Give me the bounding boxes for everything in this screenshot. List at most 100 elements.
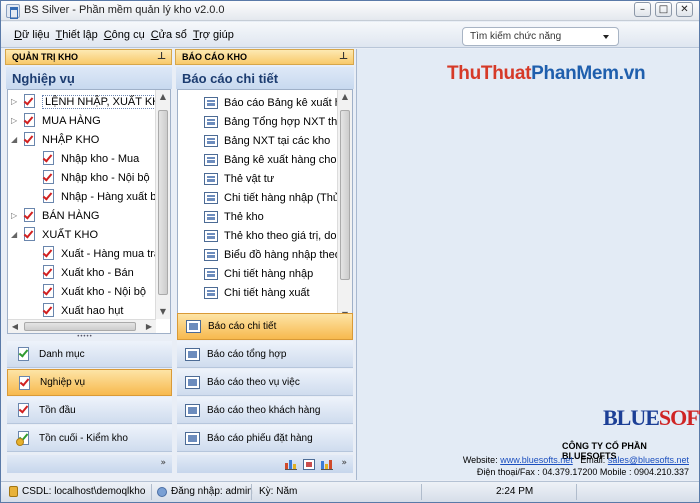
status-time: 2:24 PM (496, 486, 533, 497)
chevron-down-icon[interactable] (603, 35, 609, 39)
nav-label: Báo cáo theo khách hàng (207, 404, 321, 416)
status-time-text: 2:24 PM (496, 486, 534, 497)
list-item[interactable]: Bảng NXT tại các kho (204, 131, 330, 150)
website-label: Website: (462, 455, 498, 465)
scroll-thumb[interactable] (24, 322, 136, 331)
menu-cong-cu[interactable]: Công cụ (103, 29, 146, 41)
report-icon (204, 191, 218, 204)
scroll-thumb[interactable] (340, 110, 350, 280)
tree-item-label: MUA HÀNG (42, 114, 101, 127)
nav-bao-cao-vu-viec[interactable]: Báo cáo theo vụ việc (177, 369, 353, 396)
nav-footer: » (7, 455, 172, 473)
list-item[interactable]: Biểu đồ hàng nhập theo th (204, 245, 353, 264)
list-item-label: Chi tiết hàng xuất (224, 286, 310, 299)
nav-bao-cao-khach-hang[interactable]: Báo cáo theo khách hàng (177, 397, 353, 424)
minimize-button[interactable]: – (634, 2, 651, 17)
nav-nghiep-vu[interactable]: Nghiệp vụ (7, 369, 172, 396)
scroll-up-icon[interactable]: ▲ (156, 90, 170, 104)
app-icon (6, 4, 20, 19)
inventory-admin-panel: QUẢN TRỊ KHO ⊥ Nghiệp vụ ▷ LỆNH NHẬP, XU… (5, 49, 172, 480)
list-item[interactable]: Chi tiết hàng xuất (204, 283, 310, 302)
tree-item[interactable]: ◢ NHẬP KHO (11, 130, 99, 149)
menu-thiet-lap[interactable]: Thiết lập (55, 29, 99, 41)
tree-item[interactable]: Xuất kho - Bán (41, 263, 134, 282)
list-item-label: Bảng NXT tại các kho (224, 134, 331, 147)
scroll-left-icon[interactable]: ◀ (8, 320, 22, 333)
menu-du-lieu[interactable]: Dữ liệu (13, 29, 51, 41)
menu-cua-so[interactable]: Cửa sổ (150, 29, 188, 41)
status-database: CSDL: localhost\demoqlkho (9, 486, 145, 497)
tree-item-label: Xuất hao hụt (61, 304, 124, 317)
tree-item[interactable]: ◢ XUẤT KHO (11, 225, 98, 244)
inventory-reports-panel: BÁO CÁO KHO ⊥ Báo cáo chi tiết Báo cáo B… (175, 49, 354, 480)
expand-icon[interactable]: ▷ (11, 97, 20, 106)
tree-item[interactable]: Xuất kho - Nội bộ (41, 282, 146, 301)
expand-icon[interactable]: ▷ (11, 211, 20, 220)
maximize-button[interactable]: □ (655, 2, 672, 17)
nav-bao-cao-tong-hop[interactable]: Báo cáo tổng hợp (177, 341, 353, 368)
nav-danh-muc[interactable]: Danh mục (7, 341, 172, 368)
menu-tro-giup[interactable]: Trợ giúp (192, 29, 235, 41)
overflow-chevron-icon[interactable]: » (160, 458, 166, 468)
opening-stock-icon (16, 402, 32, 418)
operations-icon (17, 375, 33, 391)
report-icon (204, 210, 218, 223)
status-bar: CSDL: localhost\demoqlkho Đăng nhập: adm… (1, 481, 699, 502)
nav-label: Danh mục (39, 348, 85, 360)
pin-icon[interactable]: ⊥ (339, 51, 348, 62)
tree-item-label: Xuất - Hàng mua trả (61, 247, 161, 260)
document-check-icon (41, 283, 57, 300)
tree-vertical-scrollbar[interactable]: ▲ ▼ (155, 90, 170, 319)
panel-header: BÁO CÁO KHO ⊥ (175, 49, 354, 65)
watermark-text: ThuThuatPhanMem.vn (447, 63, 646, 85)
report-window-icon[interactable] (303, 459, 315, 470)
tree-item[interactable]: ▷ MUA HÀNG (11, 111, 101, 130)
panel-title: Nghiệp vụ (6, 67, 172, 89)
list-item[interactable]: Bảng kê xuất hàng cho từ (204, 150, 350, 169)
bar-chart-icon[interactable] (285, 459, 297, 470)
nav-label: Nghiệp vụ (40, 377, 86, 388)
list-item[interactable]: Thẻ vật tư (204, 169, 274, 188)
collapse-icon[interactable]: ◢ (11, 135, 20, 144)
column-chart-icon[interactable] (321, 459, 333, 470)
nav-ton-dau[interactable]: Tồn đầu (7, 397, 172, 424)
list-item[interactable]: Thẻ kho theo giá trị, doan (204, 226, 349, 245)
list-item[interactable]: Thẻ kho (204, 207, 264, 226)
website-link[interactable]: www.bluesofts.net (500, 455, 573, 465)
list-item[interactable]: Chi tiết hàng nhập (204, 264, 313, 283)
tree-item-label: BÁN HÀNG (42, 209, 100, 222)
tree-item[interactable]: Nhập kho - Mua (41, 149, 139, 168)
scroll-down-icon[interactable]: ▼ (156, 305, 170, 319)
overflow-chevron-icon[interactable]: » (341, 458, 347, 468)
scroll-right-icon[interactable]: ▶ (142, 320, 156, 333)
collapse-icon[interactable]: ◢ (11, 230, 20, 239)
list-item[interactable]: Bảng Tổng hợp NXT theo (204, 112, 349, 131)
detail-report-icon (186, 320, 201, 333)
report-vertical-scrollbar[interactable]: ▲ ▼ (337, 90, 352, 322)
tree-item[interactable]: ▷ BÁN HÀNG (11, 206, 99, 225)
list-item-label: Bảng Tổng hợp NXT theo (224, 115, 350, 128)
function-search-combo[interactable]: Tìm kiếm chức năng (462, 27, 619, 46)
nav-bao-cao-chi-tiet[interactable]: Báo cáo chi tiết (177, 313, 353, 340)
expand-icon[interactable]: ▷ (11, 116, 20, 125)
document-check-icon (22, 207, 38, 224)
pin-icon[interactable]: ⊥ (157, 51, 166, 62)
document-check-icon (41, 169, 57, 186)
scroll-thumb[interactable] (158, 110, 168, 295)
nav-bao-cao-phieu-dat-hang[interactable]: Báo cáo phiếu đặt hàng (177, 425, 353, 452)
tree-horizontal-scrollbar[interactable]: ◀ ▶ (8, 319, 156, 333)
tree-item[interactable]: Nhập kho - Nội bộ (41, 168, 150, 187)
tree-item[interactable]: Nhập - Hàng xuất bị (41, 187, 159, 206)
tree-item[interactable]: Xuất hao hụt (41, 301, 123, 320)
tree-item[interactable]: Xuất - Hàng mua trả (41, 244, 160, 263)
nav-ton-cuoi-kiem-kho[interactable]: Tồn cuối - Kiểm kho (7, 425, 172, 452)
close-button[interactable]: ✕ (676, 2, 693, 17)
scroll-up-icon[interactable]: ▲ (338, 90, 352, 104)
list-item-label: Biểu đồ hàng nhập theo th (224, 248, 353, 261)
tree-item[interactable]: ▷ LỆNH NHẬP, XUẤT KHO (11, 92, 170, 111)
title-bar: BS Silver - Phần mềm quản lý kho v2.0.0 … (1, 1, 699, 21)
list-item[interactable]: Báo cáo Bảng kê xuất hàn (204, 93, 352, 112)
list-item[interactable]: Chi tiết hàng nhập (Thủ k (204, 188, 348, 207)
user-icon (157, 486, 167, 497)
email-link[interactable]: sales@bluesofts.net (608, 455, 689, 465)
